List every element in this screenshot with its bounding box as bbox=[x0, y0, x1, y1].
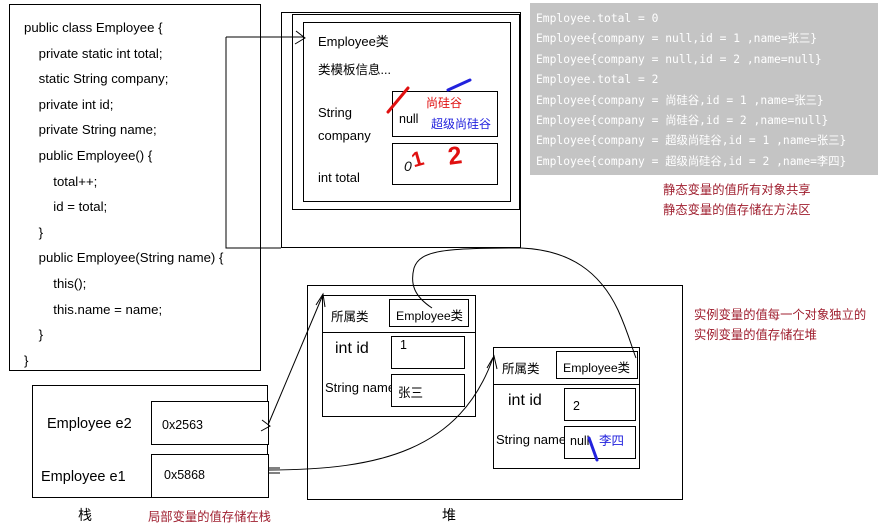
code-line-1: private static int total; bbox=[24, 45, 163, 61]
console-line-6: Employee{company = 超级尚硅谷,id = 1 ,name=张三… bbox=[536, 134, 847, 148]
console-line-0: Employee.total = 0 bbox=[536, 12, 659, 25]
object-1-id-value-box: 1 bbox=[391, 336, 465, 369]
object-1-id-label: int id bbox=[335, 340, 369, 357]
static-note-line-2: 静态变量的值存储在方法区 bbox=[663, 203, 811, 217]
code-line-9: public Employee(String name) { bbox=[24, 250, 224, 266]
object-2-id-label: int id bbox=[508, 392, 542, 409]
object-2-name-value: 李四 bbox=[599, 434, 625, 448]
console-line-5: Employee{company = 尚硅谷,id = 2 ,name=null… bbox=[536, 114, 829, 128]
console-line-7: Employee{company = 超级尚硅谷,id = 2 ,name=李四… bbox=[536, 154, 847, 168]
source-code-panel: public class Employee { private static i… bbox=[9, 4, 261, 371]
static-company-value-box: null 尚硅谷 超级尚硅谷 bbox=[392, 91, 498, 137]
source-code-lines: public class Employee { private static i… bbox=[10, 5, 260, 373]
class-title: Employee类 bbox=[318, 34, 389, 49]
stack-area-box: Employee e2 0x2563 Employee e1 0x5868 bbox=[32, 385, 269, 498]
code-line-12: } bbox=[24, 327, 44, 343]
code-line-11: this.name = name; bbox=[24, 301, 163, 317]
employee-class-template-box: Employee类 类模板信息... String company int to… bbox=[303, 22, 511, 202]
heap-object-2: 所属类 Employee类 int id 2 String name null … bbox=[493, 347, 640, 469]
console-line-3: Employee.total = 2 bbox=[536, 73, 659, 87]
code-line-7: id = total; bbox=[24, 199, 108, 215]
code-line-8: } bbox=[24, 224, 44, 240]
total-old-value: 0 bbox=[404, 158, 412, 174]
object-1-class-value: Employee类 bbox=[396, 309, 463, 323]
company-old-value: null bbox=[399, 112, 419, 126]
instance-variable-note: 实例变量的值每一个对象独立的 实例变量的值存储在堆 bbox=[694, 305, 866, 345]
stack-slot-1-address-box: 0x2563 bbox=[151, 401, 269, 445]
code-line-10: this(); bbox=[24, 275, 87, 291]
code-line-3: private int id; bbox=[24, 96, 114, 112]
stack-slot-1-label: Employee e2 bbox=[47, 416, 132, 432]
static-field-total-label: int total bbox=[318, 170, 360, 185]
object-2-name-old-value: null bbox=[570, 434, 590, 448]
instance-note-line-2: 实例变量的值存储在堆 bbox=[694, 328, 817, 342]
company-mid-value: 尚硅谷 bbox=[426, 96, 463, 110]
object-2-id-value: 2 bbox=[573, 399, 580, 413]
object-1-name-value-box: 张三 bbox=[391, 374, 465, 407]
console-output-lines: Employee.total = 0 Employee{company = nul… bbox=[530, 3, 878, 172]
stack-slot-1-address: 0x2563 bbox=[162, 418, 204, 432]
static-total-value-box: 0 1 2 bbox=[392, 141, 498, 185]
code-line-13: } bbox=[24, 352, 29, 368]
instance-note-line-1: 实例变量的值每一个对象独立的 bbox=[694, 308, 867, 322]
object-1-class-value-box: Employee类 bbox=[389, 299, 469, 327]
stack-note: 局部变量的值存储在栈 bbox=[148, 510, 271, 524]
heap-area-label: 堆 bbox=[442, 507, 456, 523]
object-1-class-label: 所属类 bbox=[331, 310, 369, 324]
object-1-id-value: 1 bbox=[400, 338, 407, 352]
object-2-class-label: 所属类 bbox=[502, 362, 540, 376]
console-line-2: Employee{company = null,id = 2 ,name=nul… bbox=[536, 52, 822, 66]
stack-area-label: 栈 bbox=[78, 507, 92, 523]
console-line-4: Employee{company = 尚硅谷,id = 1 ,name=张三} bbox=[536, 93, 824, 107]
diagram-canvas: public class Employee { private static i… bbox=[0, 0, 884, 531]
code-line-6: total++; bbox=[24, 173, 98, 189]
total-current-value: 2 bbox=[446, 141, 464, 171]
static-field-company-label: String company bbox=[318, 105, 371, 143]
object-2-name-value-box: null 李四 bbox=[564, 426, 636, 459]
stack-slot-2-label: Employee e1 bbox=[41, 469, 126, 485]
code-line-0: public class Employee { bbox=[24, 20, 163, 35]
code-line-2: static String company; bbox=[24, 71, 169, 87]
stack-slot-2-address-box: 0x5868 bbox=[151, 454, 269, 498]
object-2-class-value-box: Employee类 bbox=[556, 351, 638, 379]
code-line-5: public Employee() { bbox=[24, 147, 153, 163]
console-output-panel: Employee.total = 0 Employee{company = nul… bbox=[530, 3, 878, 175]
class-subtitle: 类模板信息... bbox=[318, 63, 391, 77]
object-2-name-label: String name bbox=[496, 432, 567, 447]
code-line-4: private String name; bbox=[24, 122, 157, 138]
object-2-class-value: Employee类 bbox=[563, 361, 630, 375]
object-1-name-label: String name bbox=[325, 380, 396, 395]
object-1-name-value: 张三 bbox=[398, 386, 424, 400]
console-line-1: Employee{company = null,id = 1 ,name=张三} bbox=[536, 32, 818, 46]
stack-slot-2-address: 0x5868 bbox=[164, 468, 206, 482]
e1-stub bbox=[268, 467, 280, 474]
static-variable-note: 静态变量的值所有对象共享 静态变量的值存储在方法区 bbox=[663, 180, 811, 220]
static-note-line-1: 静态变量的值所有对象共享 bbox=[663, 183, 811, 197]
object-2-id-value-box: 2 bbox=[564, 388, 636, 421]
company-current-value: 超级尚硅谷 bbox=[431, 117, 492, 131]
object-2-divider bbox=[494, 384, 639, 385]
object-1-divider bbox=[323, 332, 475, 333]
heap-object-1: 所属类 Employee类 int id 1 String name 张三 bbox=[322, 295, 476, 417]
